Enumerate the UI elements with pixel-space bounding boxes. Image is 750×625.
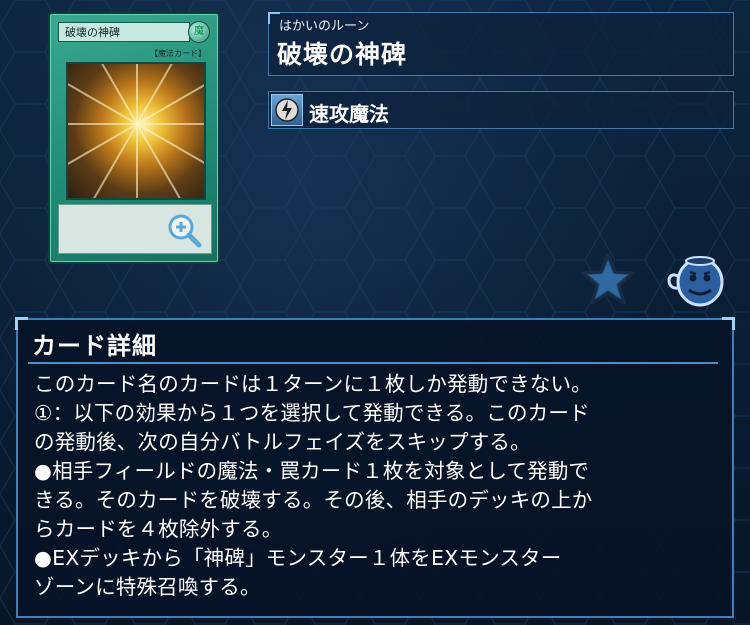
- spell-attribute-icon: 魔: [188, 21, 210, 43]
- divider: [28, 362, 718, 364]
- card-effect-text: このカード名のカードは１ターンに１枚しか発動できない。 ①：以下の効果から１つを…: [34, 372, 593, 599]
- card-thumbnail-type: 【魔法カード】: [150, 49, 206, 58]
- card-thumbnail-name: 破壊の神碑: [58, 22, 190, 42]
- spell-type-box: 速攻魔法: [268, 91, 734, 129]
- zoom-in-icon[interactable]: [166, 212, 202, 248]
- card-thumbnail[interactable]: 破壊の神碑 魔 【魔法カード】: [48, 12, 220, 264]
- card-detail-panel: カード詳細 このカード名のカードは１ターンに１枚しか発動できない。 ①：以下の効…: [15, 317, 735, 618]
- card-reading: はかいのルーン: [279, 19, 370, 34]
- star-icon[interactable]: [580, 252, 636, 306]
- card-artwork: [66, 62, 206, 200]
- spell-type-label: 速攻魔法: [309, 102, 389, 126]
- card-name: 破壊の神碑: [277, 40, 408, 69]
- quick-play-icon: [271, 94, 303, 126]
- card-title-box: はかいのルーン 破壊の神碑: [268, 12, 734, 76]
- pot-of-greed-icon[interactable]: [660, 250, 726, 308]
- card-detail-heading: カード詳細: [32, 332, 157, 360]
